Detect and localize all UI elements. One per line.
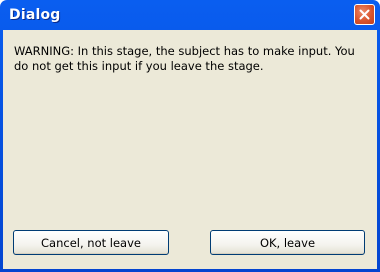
cancel-button[interactable]: Cancel, not leave	[13, 230, 169, 255]
window-title: Dialog	[9, 7, 61, 23]
dialog-window: Dialog WARNING: In this stage, the subje…	[0, 0, 380, 272]
title-bar[interactable]: Dialog	[3, 0, 377, 30]
warning-message: WARNING: In this stage, the subject has …	[14, 44, 355, 73]
dialog-body: WARNING: In this stage, the subject has …	[3, 30, 377, 269]
close-icon	[359, 9, 370, 20]
ok-button[interactable]: OK, leave	[210, 230, 365, 255]
close-button[interactable]	[354, 4, 375, 25]
